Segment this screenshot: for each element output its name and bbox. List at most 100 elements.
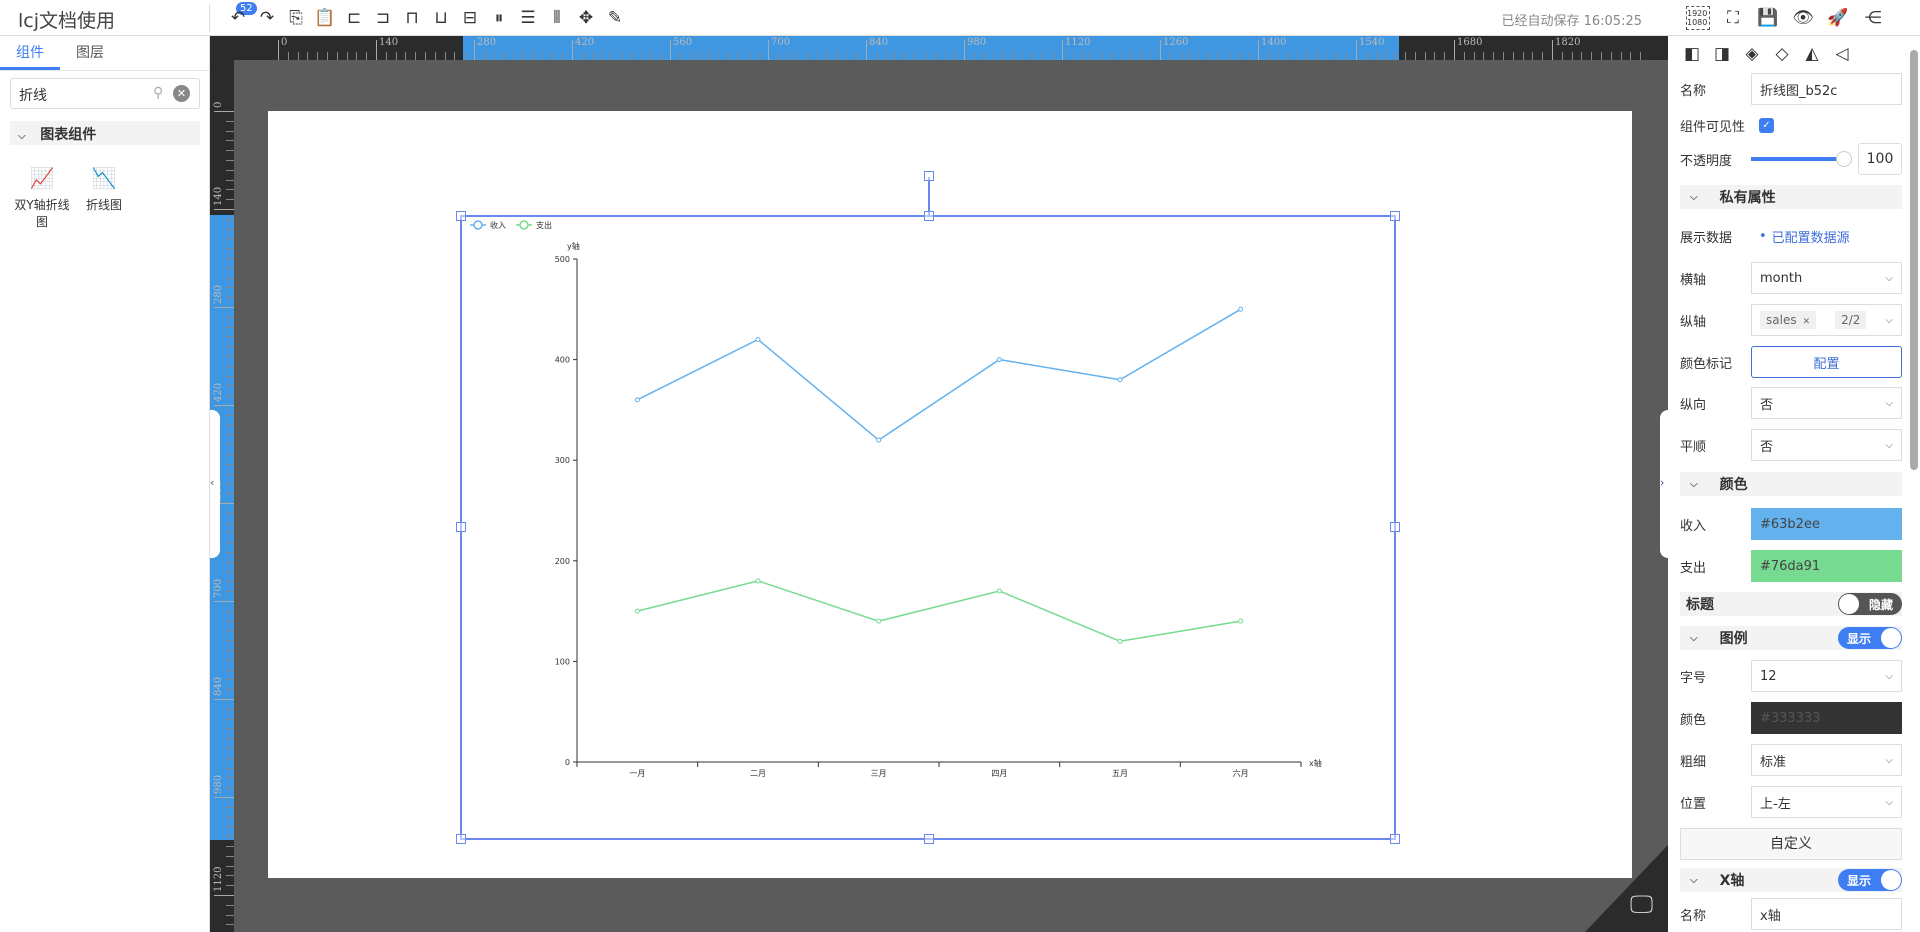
x-axis-name-input[interactable]: x轴 bbox=[1751, 898, 1902, 930]
y-fields-select[interactable]: sales ✕ 2/2 ⌵ bbox=[1751, 304, 1902, 336]
preview-icon[interactable]: 👁 bbox=[1791, 6, 1815, 30]
data-point[interactable] bbox=[996, 588, 1002, 594]
data-point[interactable] bbox=[1117, 377, 1123, 383]
data-point[interactable] bbox=[755, 336, 761, 342]
layer-down-icon[interactable]: ◇ bbox=[1770, 42, 1794, 66]
tab-layers[interactable]: 图层 bbox=[76, 42, 104, 62]
distribute-h-icon[interactable]: ⫴ bbox=[545, 6, 569, 30]
data-source-input[interactable]: • 已配置数据源 bbox=[1751, 220, 1902, 252]
align-hcenter-icon[interactable]: ⏸ bbox=[487, 6, 511, 30]
publish-icon[interactable]: 🚀 bbox=[1826, 6, 1850, 30]
flip-v-icon[interactable]: ◁ bbox=[1830, 42, 1854, 66]
align-top-icon[interactable]: ⊓ bbox=[400, 6, 424, 30]
data-point[interactable] bbox=[634, 397, 640, 403]
legend-font-size-select[interactable]: 12 ⌵ bbox=[1751, 660, 1902, 692]
clear-icon[interactable]: ✕ bbox=[173, 85, 190, 102]
tag-close-icon[interactable]: ✕ bbox=[1803, 317, 1811, 327]
collapse-left-handle[interactable]: ‹ bbox=[210, 410, 220, 558]
income-color-input[interactable]: #63b2ee bbox=[1751, 508, 1902, 540]
legend-position-select[interactable]: 上-左 ⌵ bbox=[1751, 786, 1902, 818]
fit-screen-icon[interactable]: ⛶ bbox=[1721, 6, 1745, 30]
edit-icon[interactable]: ✎ bbox=[603, 6, 627, 30]
legend-label[interactable]: 支出 bbox=[536, 220, 552, 230]
visibility-checkbox[interactable]: ✓ bbox=[1759, 117, 1774, 133]
legend-section[interactable]: ⌵ 图例 显示 bbox=[1680, 626, 1902, 650]
component-dual-axis-line[interactable]: 📈 双Y轴折线图 bbox=[14, 166, 70, 230]
data-point[interactable] bbox=[1238, 306, 1244, 312]
data-point[interactable] bbox=[876, 437, 882, 443]
search-icon[interactable]: ⚲ bbox=[153, 85, 163, 101]
legend-color-input[interactable]: #333333 bbox=[1751, 702, 1902, 734]
undo-icon[interactable]: ↶ bbox=[226, 6, 250, 30]
color-section[interactable]: ⌵ 颜色 bbox=[1680, 472, 1902, 496]
collapse-right-handle[interactable]: › bbox=[1660, 410, 1668, 558]
ruler-minor-tick bbox=[226, 463, 234, 465]
smooth-select[interactable]: 否 ⌵ bbox=[1751, 429, 1902, 461]
ruler-label: 1820 bbox=[1555, 37, 1581, 48]
monitor-icon[interactable]: 🖵 bbox=[1630, 890, 1653, 918]
align-vcenter-icon[interactable]: ⊟ bbox=[458, 6, 482, 30]
x-axis-section[interactable]: ⌵ X轴 显示 bbox=[1680, 868, 1902, 892]
data-source-link[interactable]: 已配置数据源 bbox=[1772, 227, 1850, 246]
data-point[interactable] bbox=[876, 618, 882, 624]
send-back-icon[interactable]: ◨ bbox=[1710, 42, 1734, 66]
chevron-down-icon: ⌵ bbox=[1690, 874, 1698, 886]
opacity-input[interactable]: 100 bbox=[1751, 143, 1902, 175]
opacity-slider[interactable] bbox=[1751, 151, 1852, 167]
layer-up-icon[interactable]: ◈ bbox=[1740, 42, 1764, 66]
component-line-chart[interactable]: 📉 折线图 bbox=[76, 166, 132, 213]
data-point[interactable] bbox=[1238, 618, 1244, 624]
ruler-minor-tick bbox=[748, 52, 750, 60]
selected-chart-component[interactable]: 0 100 200 300 400 500 一月 二月 三月 四月 五月 六月 x轴 y轴 收入 支出 bbox=[456, 171, 1400, 844]
resolution-1920-1080-icon[interactable]: 1920 1080 bbox=[1686, 6, 1710, 30]
category-chart-components[interactable]: ⌵ 图表组件 bbox=[10, 121, 200, 145]
color-mark-config-button[interactable]: 配置 bbox=[1751, 346, 1902, 378]
vertical-select[interactable]: 否 ⌵ bbox=[1751, 387, 1902, 419]
rotate-handle[interactable] bbox=[924, 171, 934, 181]
ruler-minor-tick bbox=[1042, 52, 1044, 60]
x-field-select[interactable]: month ⌵ bbox=[1751, 262, 1902, 294]
ruler-minor-tick bbox=[856, 52, 858, 60]
search-input[interactable]: 折线 ⚲ ✕ bbox=[10, 78, 200, 109]
y-field-tag[interactable]: sales ✕ bbox=[1760, 311, 1817, 329]
expense-color-input[interactable]: #76da91 bbox=[1751, 550, 1902, 582]
ruler-minor-tick bbox=[226, 375, 234, 377]
legend-label[interactable]: 收入 bbox=[490, 220, 506, 230]
distribute-v-icon[interactable]: ☰ bbox=[516, 6, 540, 30]
legend-weight-select[interactable]: 标准 ⌵ bbox=[1751, 744, 1902, 776]
align-left-icon[interactable]: ⊏ bbox=[342, 6, 366, 30]
paste-icon[interactable]: 📋 bbox=[313, 6, 337, 30]
title-section[interactable]: 标题 隐藏 bbox=[1680, 592, 1902, 616]
copy-icon[interactable]: ⎘ bbox=[284, 6, 308, 30]
data-point[interactable] bbox=[1117, 638, 1123, 644]
slider-thumb[interactable] bbox=[1836, 151, 1852, 167]
visibility-input[interactable]: ✓ bbox=[1751, 109, 1902, 141]
tab-components[interactable]: 组件 bbox=[16, 42, 44, 62]
x-axis-toggle[interactable]: 显示 bbox=[1838, 869, 1902, 891]
expense-color-value: #76da91 bbox=[1760, 558, 1821, 574]
chevron-down-icon: ⌵ bbox=[1690, 478, 1698, 490]
legend-weight-value: 标准 bbox=[1760, 754, 1787, 770]
ruler-minor-tick bbox=[983, 52, 985, 60]
ruler-minor-tick bbox=[1610, 52, 1612, 60]
move-icon[interactable]: ✥ bbox=[574, 6, 598, 30]
data-point[interactable] bbox=[996, 357, 1002, 363]
legend-toggle[interactable]: 显示 bbox=[1838, 627, 1902, 649]
redo-icon[interactable]: ↷ bbox=[255, 6, 279, 30]
private-props-section[interactable]: ⌵ 私有属性 bbox=[1680, 185, 1902, 209]
name-input[interactable]: 折线图_b52c bbox=[1751, 73, 1902, 105]
data-point[interactable] bbox=[755, 578, 761, 584]
ruler-label: 280 bbox=[213, 284, 224, 304]
align-bottom-icon[interactable]: ⊔ bbox=[429, 6, 453, 30]
align-right-icon[interactable]: ⊐ bbox=[371, 6, 395, 30]
scrollbar[interactable] bbox=[1910, 50, 1918, 470]
data-point[interactable] bbox=[634, 608, 640, 614]
save-icon[interactable]: 💾 bbox=[1756, 6, 1780, 30]
bring-front-icon[interactable]: ◧ bbox=[1680, 42, 1704, 66]
ruler-tick bbox=[214, 699, 234, 700]
title-toggle[interactable]: 隐藏 bbox=[1838, 593, 1902, 615]
opacity-value-input[interactable]: 100 bbox=[1858, 143, 1902, 175]
share-icon[interactable]: ⋲ bbox=[1861, 6, 1885, 30]
flip-h-icon[interactable]: ◭ bbox=[1800, 42, 1824, 66]
custom-button[interactable]: 自定义 bbox=[1680, 828, 1902, 860]
